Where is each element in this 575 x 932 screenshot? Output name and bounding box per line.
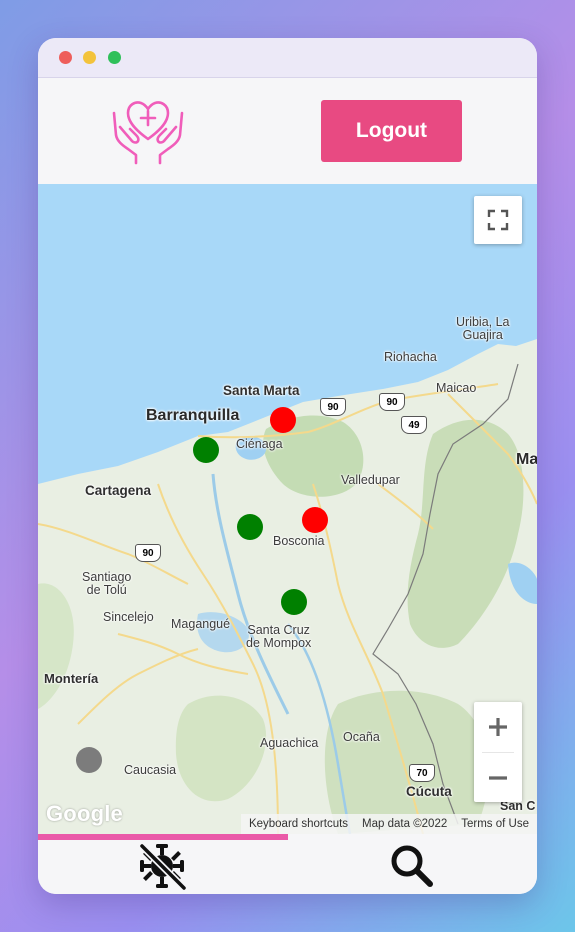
place-cienaga: Ciénaga: [236, 437, 283, 451]
place-sincelejo: Sincelejo: [103, 610, 154, 624]
logout-button[interactable]: Logout: [321, 100, 462, 162]
virus-off-tab[interactable]: [132, 842, 192, 890]
route-shield: 90: [379, 393, 405, 411]
search-icon: [391, 845, 433, 887]
place-bosconia: Bosconia: [273, 534, 325, 548]
place-mompox-line2: de Mompox: [246, 636, 312, 651]
map-marker[interactable]: [270, 407, 296, 433]
map-marker[interactable]: [193, 437, 219, 463]
map-marker[interactable]: [237, 514, 263, 540]
place-santiago-line1: Santiago: [82, 570, 132, 584]
map-marker[interactable]: [76, 747, 102, 773]
place-ocana: Ocaña: [343, 730, 380, 744]
close-window-button[interactable]: [59, 51, 72, 64]
place-magangue: Magangué: [171, 617, 231, 631]
place-santiago-de-tolu: Santiago de Tolú: [82, 570, 132, 598]
zoom-control: [474, 702, 522, 802]
place-aguachica: Aguachica: [260, 736, 319, 750]
map-attribution: Keyboard shortcuts Map data ©2022 Terms …: [240, 814, 537, 834]
place-riohacha: Riohacha: [384, 350, 437, 364]
map-data-credit: Map data ©2022: [362, 818, 448, 830]
place-monteria: Montería: [44, 671, 99, 686]
route-shield: 90: [320, 398, 346, 416]
place-santa-marta: Santa Marta: [223, 383, 300, 398]
zoom-out-button[interactable]: [474, 753, 522, 802]
search-tab[interactable]: [382, 842, 442, 890]
fullscreen-icon: [487, 209, 509, 231]
maximize-window-button[interactable]: [108, 51, 121, 64]
place-uribia-line1: Uribia, La: [456, 315, 510, 329]
google-logo: Google: [46, 801, 123, 826]
window-titlebar: [38, 38, 537, 78]
terms-of-use-link[interactable]: Terms of Use: [461, 818, 529, 830]
place-maicao: Maicao: [436, 381, 477, 395]
app-header: Logout: [38, 78, 537, 184]
place-uribia-line2: Guajira: [462, 328, 503, 343]
app-window: Logout Barranquilla Santa Marta Ciénaga …: [38, 38, 537, 894]
hands-heart-icon: [110, 95, 186, 165]
minimize-window-button[interactable]: [83, 51, 96, 64]
place-valledupar: Valledupar: [341, 473, 400, 487]
place-barranquilla: Barranquilla: [146, 407, 240, 424]
keyboard-shortcuts-link[interactable]: Keyboard shortcuts: [249, 818, 348, 830]
place-caucasia: Caucasia: [124, 763, 177, 777]
place-cartagena: Cartagena: [85, 483, 152, 498]
place-mompox: Santa Cruz de Mompox: [246, 623, 312, 651]
place-uribia: Uribia, La Guajira: [456, 315, 510, 343]
place-cucuta: Cúcuta: [406, 784, 452, 799]
place-santiago-line2: de Tolú: [86, 583, 127, 598]
map-marker[interactable]: [302, 507, 328, 533]
place-mompox-line1: Santa Cruz: [247, 623, 310, 637]
minus-icon: [489, 775, 507, 780]
zoom-in-button[interactable]: [474, 702, 522, 751]
virus-off-icon: [139, 843, 187, 890]
map-marker[interactable]: [281, 589, 307, 615]
plus-icon: [489, 717, 507, 736]
fullscreen-button[interactable]: [474, 196, 522, 244]
place-ma: Ma: [516, 451, 537, 468]
route-shield: 70: [409, 764, 435, 782]
bottom-navigation: [38, 840, 537, 894]
route-shield: 90: [135, 544, 161, 562]
map-view[interactable]: Barranquilla Santa Marta Ciénaga Riohach…: [38, 184, 537, 834]
route-shield: 49: [401, 416, 427, 434]
